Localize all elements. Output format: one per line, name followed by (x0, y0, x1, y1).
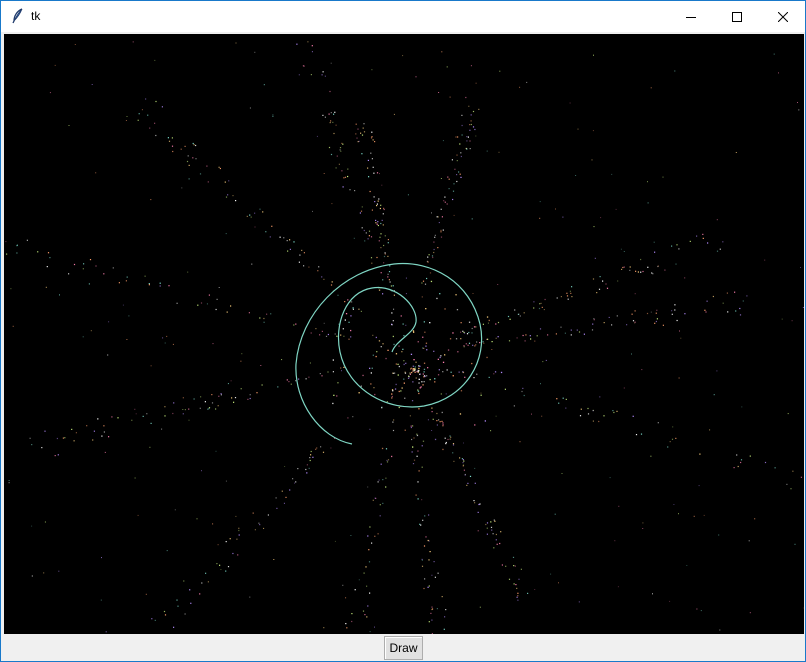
draw-button[interactable]: Draw (384, 636, 423, 660)
drawing-canvas[interactable] (4, 34, 804, 634)
minimize-button[interactable] (668, 1, 714, 32)
close-icon (778, 11, 788, 22)
maximize-icon (732, 11, 742, 22)
minimize-icon (686, 12, 696, 22)
app-window: tk Draw (0, 0, 806, 662)
window-title: tk (31, 9, 41, 23)
feather-icon (11, 8, 25, 24)
maximize-button[interactable] (714, 1, 760, 32)
close-button[interactable] (760, 1, 806, 32)
title-bar[interactable]: tk (1, 1, 805, 32)
spiral-curve (295, 262, 483, 445)
button-bar: Draw (1, 634, 805, 661)
